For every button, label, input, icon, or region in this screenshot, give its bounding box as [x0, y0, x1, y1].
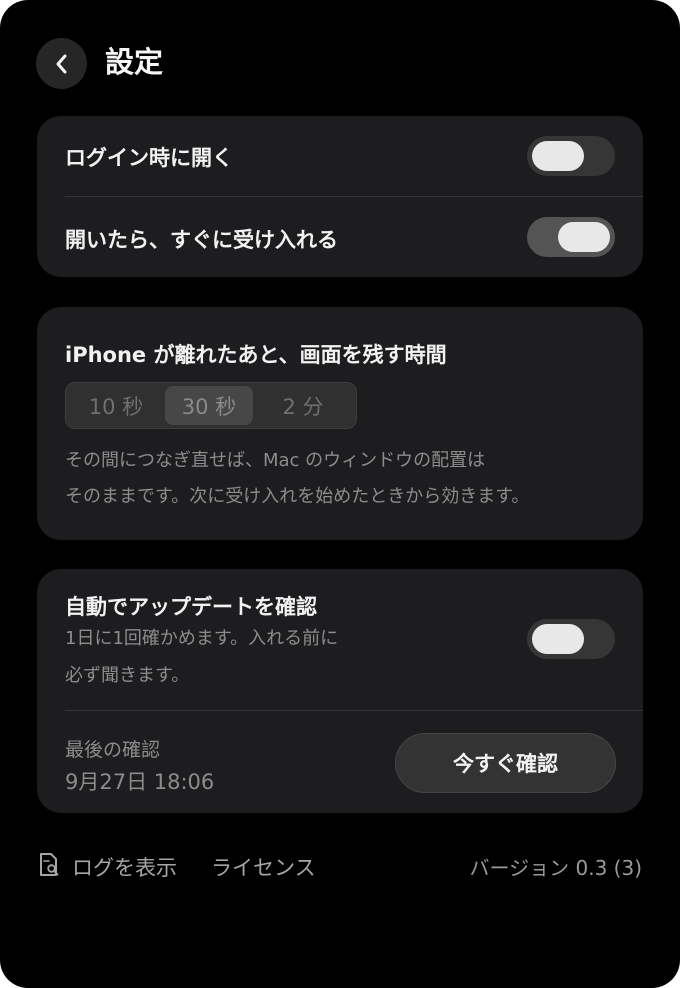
open-at-login-toggle[interactable]: [527, 136, 615, 176]
back-button[interactable]: [36, 38, 87, 89]
toggle-knob: [558, 222, 610, 252]
keep-screen-description-line2: そのままです。次に受け入れを始めたときから効きます。: [65, 486, 530, 507]
license-link[interactable]: ライセンス: [211, 852, 316, 882]
accept-on-open-toggle[interactable]: [527, 217, 615, 257]
update-card: 自動でアップデートを確認 1日に1回確かめます。入れる前に 必ず聞きます。 最後…: [37, 569, 643, 813]
auto-update-title: 自動でアップデートを確認: [65, 595, 317, 619]
toggle-knob: [532, 141, 584, 171]
divider: [65, 196, 643, 197]
last-check-value: 9月27日 18:06: [65, 770, 215, 794]
auto-update-toggle[interactable]: [527, 619, 615, 659]
check-now-button[interactable]: 今すぐ確認: [395, 733, 616, 793]
page-title: 設定: [105, 45, 164, 79]
auto-update-description-line2: 必ず聞きます。: [65, 665, 190, 686]
duration-segmented-control: 10 秒 30 秒 2 分: [65, 382, 357, 429]
auto-update-description-line1: 1日に1回確かめます。入れる前に: [65, 628, 339, 649]
accept-on-open-label: 開いたら、すぐに受け入れる: [65, 228, 338, 252]
keep-screen-card: iPhone が離れたあと、画面を残す時間 10 秒 30 秒 2 分 その間に…: [37, 307, 643, 540]
keep-screen-title: iPhone が離れたあと、画面を残す時間: [65, 343, 447, 367]
keep-screen-description-line1: その間につなぎ直せば、Mac のウィンドウの配置は: [65, 450, 486, 471]
toggle-knob: [532, 624, 584, 654]
duration-option-2m[interactable]: 2 分: [255, 386, 351, 425]
divider: [65, 710, 643, 711]
show-log-link[interactable]: ログを表示: [72, 852, 177, 882]
log-document-icon[interactable]: [38, 852, 62, 880]
general-card: ログイン時に開く 開いたら、すぐに受け入れる: [37, 116, 643, 277]
open-at-login-label: ログイン時に開く: [65, 146, 233, 170]
duration-option-10s[interactable]: 10 秒: [69, 386, 163, 425]
duration-option-30s[interactable]: 30 秒: [165, 386, 253, 425]
version-label: バージョン 0.3 (3): [469, 856, 642, 880]
settings-window: 設定 ログイン時に開く 開いたら、すぐに受け入れる iPhone が離れたあと、…: [0, 0, 680, 988]
chevron-left-icon: [56, 54, 66, 73]
last-check-label: 最後の確認: [65, 739, 161, 761]
